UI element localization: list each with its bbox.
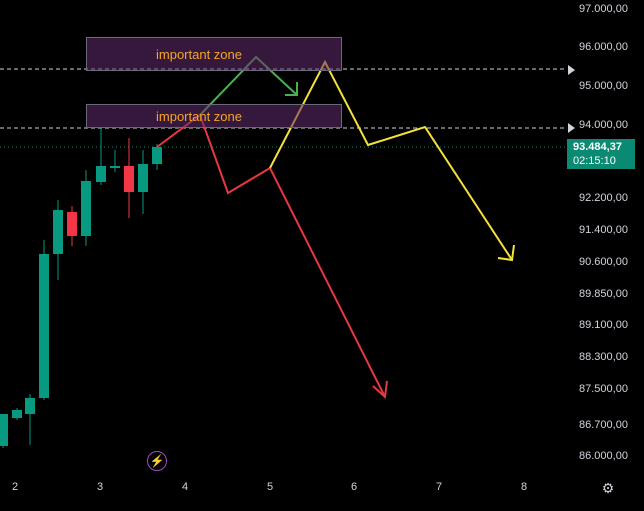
level-marker-icon [568, 123, 575, 133]
candle-body [53, 210, 63, 254]
zone-label: important zone [156, 46, 242, 62]
lightning-icon[interactable]: ⚡ [147, 451, 167, 471]
time-tick: 6 [351, 481, 358, 493]
candle-countdown: 02:15:10 [573, 155, 616, 167]
price-tick: 91.400,00 [579, 224, 628, 236]
candle-body [0, 414, 8, 446]
candle-body [96, 166, 106, 182]
chart-window[interactable]: important zone important zone 97.000,00 … [0, 0, 644, 511]
zone-label: important zone [156, 108, 242, 124]
price-tick: 86.700,00 [579, 419, 628, 431]
time-tick: 8 [521, 481, 528, 493]
price-tick: 89.100,00 [579, 319, 628, 331]
candle-body [152, 147, 162, 164]
time-tick: 7 [436, 481, 443, 493]
candle-body [67, 212, 77, 236]
candle-body [12, 410, 22, 418]
candle-body [110, 166, 120, 168]
candle-body [39, 254, 49, 398]
candle-body [25, 398, 35, 414]
red-projection-path [156, 113, 386, 398]
important-zone-lower[interactable]: important zone [86, 104, 342, 128]
price-tick: 88.300,00 [579, 351, 628, 363]
current-price-value: 93.484,37 [573, 141, 622, 153]
level-marker-icon [568, 65, 575, 75]
candle-body [81, 181, 91, 236]
yellow-projection-path [269, 59, 513, 261]
time-tick: 4 [182, 481, 189, 493]
price-tick: 90.600,00 [579, 256, 628, 268]
important-zone-upper[interactable]: important zone [86, 37, 342, 71]
price-tick: 86.000,00 [579, 450, 628, 462]
time-tick: 5 [267, 481, 274, 493]
candle-body [138, 164, 148, 192]
candle-body [124, 166, 134, 192]
price-tick: 96.000,00 [579, 41, 628, 53]
time-tick: 2 [12, 481, 19, 493]
price-tick: 97.000,00 [579, 3, 628, 15]
price-tick: 92.200,00 [579, 192, 628, 204]
price-tick: 87.500,00 [579, 383, 628, 395]
current-price-badge: 93.484,37 02:15:10 [567, 139, 635, 169]
price-tick: 95.000,00 [579, 80, 628, 92]
price-tick: 94.000,00 [579, 119, 628, 131]
price-tick: 89.850,00 [579, 288, 628, 300]
time-tick: 3 [97, 481, 104, 493]
gear-icon[interactable]: ⚙ [600, 480, 616, 496]
price-chart[interactable] [0, 0, 644, 511]
